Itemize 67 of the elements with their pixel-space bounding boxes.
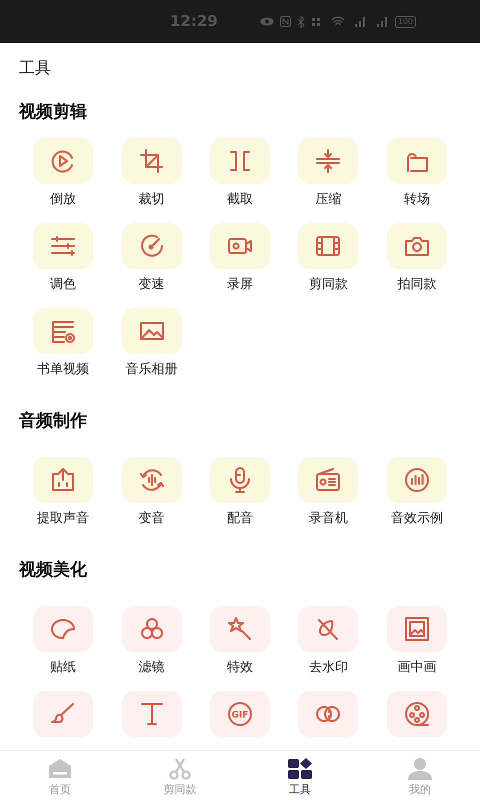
nav-tab[interactable]: 工具 bbox=[240, 751, 360, 800]
tool-button[interactable] bbox=[386, 691, 447, 737]
tool-button[interactable] bbox=[386, 606, 447, 652]
tool-label: 截取 bbox=[226, 191, 253, 209]
tool-label: 书单视频 bbox=[37, 361, 90, 379]
tool-label: 录屏 bbox=[226, 276, 253, 294]
page-title: 工具 bbox=[19, 57, 52, 79]
tool-label: 音效示例 bbox=[390, 510, 443, 528]
tool-label: 录音机 bbox=[308, 510, 348, 528]
tool-button[interactable] bbox=[122, 308, 182, 354]
tool-label: 变速 bbox=[138, 276, 165, 294]
tool-label: 画中画 bbox=[397, 659, 436, 677]
tool-button[interactable] bbox=[298, 606, 358, 652]
tool-label: 调色 bbox=[50, 276, 76, 294]
tool-label: 变音 bbox=[138, 510, 165, 528]
section-title: 视频剪辑 bbox=[19, 101, 88, 124]
tool-button[interactable] bbox=[210, 457, 270, 503]
tool-label: 贴纸 bbox=[50, 659, 76, 677]
tool-button[interactable] bbox=[33, 457, 94, 503]
tool-label: 音乐相册 bbox=[126, 361, 178, 379]
tool-label: 拍同款 bbox=[397, 276, 436, 294]
tool-label: 转场 bbox=[404, 191, 430, 209]
section-title: 视频美化 bbox=[19, 559, 88, 582]
tool-button[interactable] bbox=[386, 223, 447, 269]
tool-button[interactable] bbox=[210, 606, 270, 652]
tool-label: 提取声音 bbox=[37, 510, 90, 528]
tool-button[interactable] bbox=[122, 691, 182, 737]
tool-label: 滤镜 bbox=[138, 659, 165, 677]
home-icon bbox=[47, 756, 73, 780]
nav-tab[interactable]: 剪同款 bbox=[120, 751, 240, 800]
tool-button[interactable] bbox=[386, 457, 447, 503]
tool-button[interactable] bbox=[33, 606, 94, 652]
person-icon bbox=[407, 756, 433, 780]
tool-button[interactable] bbox=[298, 457, 358, 503]
tool-button[interactable] bbox=[122, 223, 182, 269]
nav-tab[interactable]: 首页 bbox=[0, 751, 120, 800]
wifi-icon bbox=[330, 16, 345, 27]
battery-level: 100 bbox=[394, 16, 416, 28]
tool-button[interactable] bbox=[298, 691, 358, 737]
tool-button[interactable] bbox=[210, 138, 270, 184]
tool-label: 去水印 bbox=[308, 659, 348, 677]
tool-button[interactable] bbox=[386, 138, 447, 184]
tool-button[interactable] bbox=[210, 223, 270, 269]
tool-button[interactable] bbox=[33, 691, 94, 737]
tool-button[interactable] bbox=[33, 138, 94, 184]
tool-button[interactable]: GIF bbox=[210, 691, 270, 737]
tool-button[interactable] bbox=[298, 223, 358, 269]
tool-label: 配音 bbox=[226, 510, 253, 528]
tool-label: 倒放 bbox=[50, 191, 76, 209]
tool-button[interactable] bbox=[122, 457, 182, 503]
grid-icon bbox=[287, 756, 313, 780]
eye-icon bbox=[260, 17, 274, 26]
scissors-icon bbox=[167, 756, 193, 780]
tool-label: 裁切 bbox=[138, 191, 165, 209]
tool-label: 压缩 bbox=[315, 191, 342, 209]
nfc-icon bbox=[280, 16, 291, 27]
tool-label: 剪同款 bbox=[308, 276, 348, 294]
status-time: 12:29 bbox=[170, 11, 218, 32]
tool-label: 特效 bbox=[226, 659, 253, 677]
tool-button[interactable] bbox=[122, 606, 182, 652]
nav-tab[interactable]: 我的 bbox=[360, 751, 480, 800]
tool-button[interactable] bbox=[298, 138, 358, 184]
tool-button[interactable] bbox=[33, 223, 94, 269]
bluetooth-icon bbox=[296, 16, 305, 28]
tool-button[interactable] bbox=[122, 138, 182, 184]
section-title: 音频制作 bbox=[19, 410, 88, 433]
tool-button[interactable] bbox=[33, 308, 94, 354]
